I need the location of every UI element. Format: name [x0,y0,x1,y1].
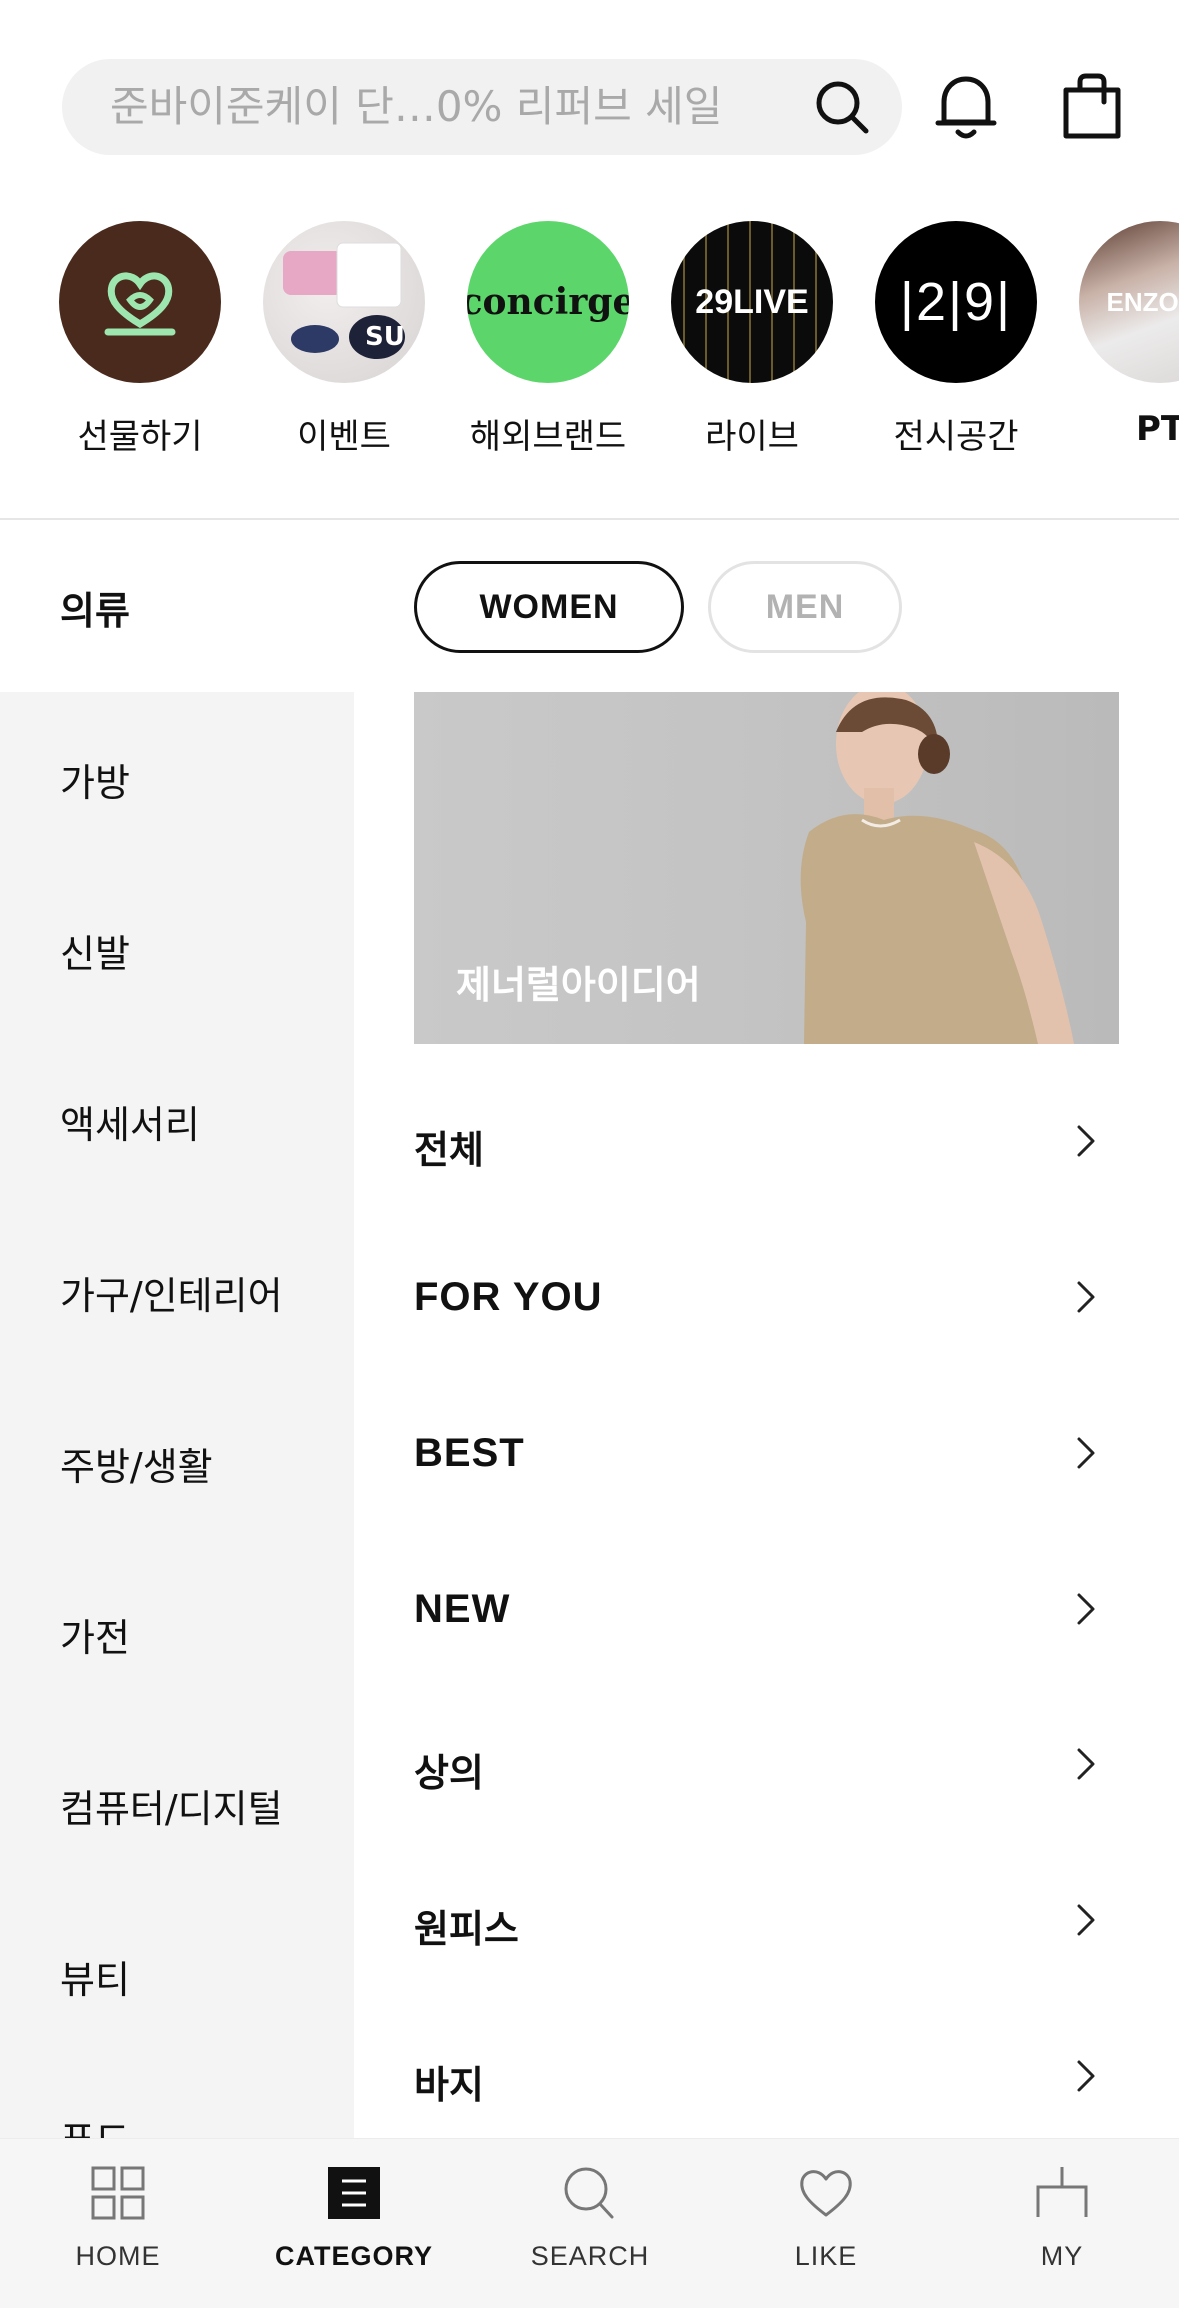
category-sidebar: 의류 가방 신발 액세서리 가구/인테리어 주방/생활 가전 컴퓨터/디지털 뷰… [0,520,354,2138]
story-circle-text: concirge [467,281,629,323]
category-label: BEST [414,1431,525,1475]
category-row-new[interactable]: NEW [414,1559,1119,1659]
category-row-best[interactable]: BEST [414,1403,1119,1503]
concierge-logo-icon: concirge [467,221,629,383]
header: 준바이준케이 단…0% 리퍼브 세일 [0,0,1179,200]
nav-category[interactable]: CATEGORY [236,2139,472,2308]
chevron-right-icon [1077,2060,1095,2092]
story-live[interactable]: 29LIVE 라이브 [650,218,854,458]
nav-label: MY [1040,2241,1084,2271]
chevron-right-icon [1077,1593,1095,1625]
category-label: 원피스 [414,1907,519,1951]
category-label: FOR YOU [414,1275,603,1319]
svg-text:SU: SU [365,322,405,352]
story-pt[interactable]: ENZOBL PT [1058,218,1179,449]
nav-label: LIKE [794,2241,858,2271]
search-icon [564,2167,614,2219]
shopping-bag-icon[interactable] [1052,66,1132,146]
list-icon [328,2167,380,2219]
nav-label: HOME [75,2241,161,2271]
gift-logo-icon [59,221,221,383]
category-row-dresses[interactable]: 원피스 [414,1870,1119,1970]
live-logo-icon: 29LIVE [671,221,833,383]
search-icon[interactable] [812,77,872,137]
category-label: 바지 [414,2063,484,2107]
sidebar-item-shoes[interactable]: 신발 [60,923,130,978]
nav-label: SEARCH [530,2241,650,2271]
sidebar-item-beauty[interactable]: 뷰티 [60,1949,130,2004]
person-icon [1036,2167,1088,2217]
story-exhibition[interactable]: |2|9| 전시공간 [854,218,1058,458]
category-label: 전체 [414,1128,484,1172]
chevron-right-icon [1077,1281,1095,1313]
story-label: 이벤트 [297,417,391,457]
heart-icon [800,2170,852,2217]
nav-label: CATEGORY [274,2241,433,2271]
category-row-for-you[interactable]: FOR YOU [414,1247,1119,1347]
event-thumbnail-icon: SU [263,221,425,383]
bell-icon[interactable] [926,66,1006,146]
sidebar-item-appliances[interactable]: 가전 [60,1607,130,1662]
exhibition-logo-icon: |2|9| [875,221,1037,383]
chevron-right-icon [1077,1437,1095,1469]
story-label: 라이브 [705,417,799,457]
sidebar-item-furniture[interactable]: 가구/인테리어 [60,1265,283,1320]
chevron-right-icon [1077,1125,1095,1157]
banner-title: 제너럴아이디어 [456,963,701,1007]
story-event[interactable]: SU 이벤트 [242,218,446,458]
sidebar-item-digital[interactable]: 컴퓨터/디지털 [60,1778,283,1833]
pt-thumbnail-icon: ENZOBL [1079,221,1179,383]
sidebar-item-bags[interactable]: 가방 [60,752,130,807]
search-bar[interactable]: 준바이준케이 단…0% 리퍼브 세일 [62,59,902,155]
story-circle-text: |2|9| [899,272,1013,332]
nav-my[interactable]: MY [944,2139,1179,2308]
sidebar-item-accessories[interactable]: 액세서리 [60,1094,200,1149]
category-label: NEW [414,1587,511,1631]
story-circle-text: 29LIVE [695,282,809,321]
chevron-right-icon [1077,1748,1095,1780]
nav-home[interactable]: HOME [0,2139,236,2308]
category-label: 상의 [414,1751,484,1795]
bottom-navigation: HOME CATEGORY SEARCH LIKE MY [0,2138,1179,2308]
sidebar-item-food[interactable]: 푸드 [60,2110,130,2138]
nav-search[interactable]: SEARCH [472,2139,708,2308]
story-carousel[interactable]: 선물하기 SU 이벤트 concirge 해외브랜드 29LIVE 라이브 |2… [0,218,1179,478]
sidebar-item-kitchen[interactable]: 주방/생활 [60,1436,213,1491]
story-overseas-brand[interactable]: concirge 해외브랜드 [446,218,650,458]
sidebar-item-clothing-bg [0,520,354,692]
men-toggle-button[interactable]: MEN [708,561,902,653]
category-row-pants[interactable]: 바지 [414,2026,1119,2126]
brand-banner[interactable]: 제너럴아이디어 [414,692,1119,1044]
story-label: 전시공간 [893,417,1019,457]
chevron-right-icon [1077,1904,1095,1936]
grid-icon [91,2166,145,2220]
sidebar-item-clothing[interactable]: 의류 [60,580,130,635]
category-row-tops[interactable]: 상의 [414,1714,1119,1814]
nav-like[interactable]: LIKE [708,2139,944,2308]
story-circle-text: ENZOBL [1106,286,1179,317]
search-placeholder[interactable]: 준바이준케이 단…0% 리퍼브 세일 [110,59,790,155]
women-toggle-button[interactable]: WOMEN [414,561,684,653]
story-label: 해외브랜드 [469,417,627,457]
story-gift[interactable]: 선물하기 [38,218,242,458]
story-label: 선물하기 [77,417,203,457]
story-label: PT [1135,409,1179,449]
category-row-all[interactable]: 전체 [414,1091,1119,1191]
